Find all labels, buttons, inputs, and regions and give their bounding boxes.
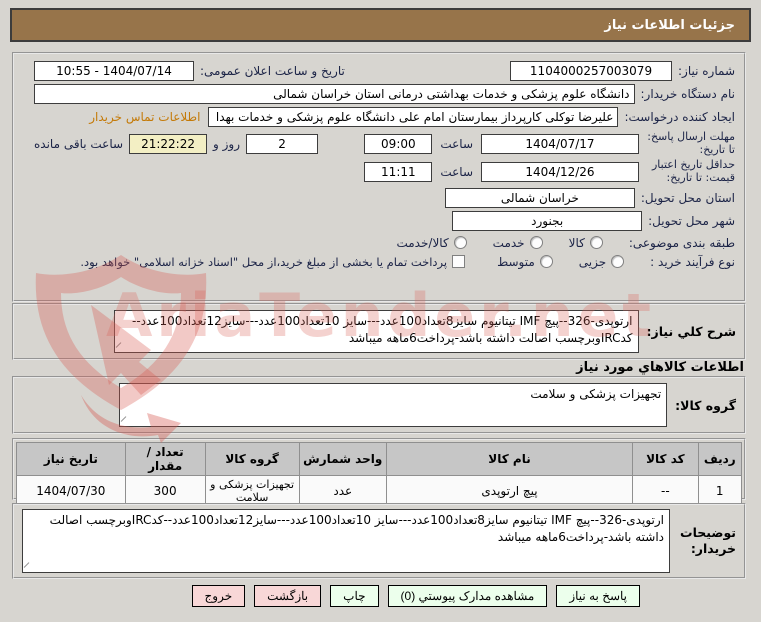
back-button[interactable]: بازگشت: [254, 585, 322, 607]
buyer-name-label: نام دستگاه خریدار:: [640, 87, 736, 101]
goods-table-panel: ردیف کد کالا نام کالا واحد شمارش گروه کا…: [12, 438, 746, 508]
goods-group-textarea[interactable]: تجهیزات پزشکی و سلامت: [119, 383, 668, 427]
announce-field[interactable]: 1404/07/14 - 10:55: [34, 61, 194, 81]
print-button[interactable]: چاپ: [330, 585, 379, 607]
option-label: متوسط: [497, 254, 535, 269]
row-classification: طبقه بندی موضوعی: کالا خدمت کالا/خدمت: [34, 236, 735, 250]
radio-icon[interactable]: [589, 236, 603, 250]
radio-icon[interactable]: [611, 255, 625, 269]
city-label: شهر محل تحویل:: [648, 213, 735, 228]
row-buyer-name: نام دستگاه خریدار: دانشگاه علوم پزشکی و …: [34, 84, 735, 104]
exit-button[interactable]: خروج: [191, 585, 246, 607]
remaining-time-label: ساعت باقی مانده: [34, 136, 124, 151]
need-details-page: جزئیات اطلاعات نیاز شماره نیاز: 11040002…: [0, 0, 761, 622]
process-option-medium[interactable]: متوسط: [497, 255, 553, 269]
row-process-type: نوع فرآیند خرید : جزیی متوسط پرداخت تمام…: [34, 255, 735, 269]
announce-label: تاریخ و ساعت اعلان عمومی:: [200, 64, 345, 78]
creator-field[interactable]: علیرضا توکلی کارپرداز بیمارستان امام علی…: [208, 107, 619, 127]
deadline-date-field[interactable]: 1404/07/17: [481, 133, 639, 154]
col-group: گروه کالا: [204, 442, 300, 476]
buyer-notes-textarea[interactable]: ارتوپدی-326--پیچ IMF تیتانیوم سایز8تعداد…: [22, 509, 670, 573]
row-city: شهر محل تحویل: بجنورد: [34, 210, 735, 231]
row-province: استان محل تحویل: خراسان شمالی: [34, 187, 735, 208]
resize-handle[interactable]: [23, 562, 35, 572]
goods-group-panel: گروه کالا: تجهیزات پزشکی و سلامت: [12, 376, 746, 434]
deadline-hour-label: ساعت: [440, 136, 473, 151]
col-item-name: نام کالا: [385, 442, 634, 476]
remaining-days-field[interactable]: 2: [246, 133, 319, 154]
option-label: جزیی: [578, 254, 607, 269]
radio-icon[interactable]: [529, 236, 543, 250]
row-creator: ایجاد کننده درخواست: علیرضا توکلی کارپرد…: [34, 107, 735, 127]
goods-group-label: گروه کالا:: [675, 397, 736, 413]
validity-date-field[interactable]: 1404/12/26: [481, 161, 639, 182]
col-row: ردیف: [697, 442, 742, 476]
city-field[interactable]: بجنورد: [452, 210, 643, 231]
col-quantity: تعداد / مقدار: [124, 442, 206, 476]
validity-time-field[interactable]: 11:11: [364, 161, 433, 182]
need-description-textarea[interactable]: ارتوپدی-326--پیچ IMF تیتانیوم سایز8تعداد…: [113, 310, 639, 353]
need-description-panel: شرح کلي نياز: ارتوپدی-326--پیچ IMF تیتان…: [12, 303, 746, 360]
buyer-name-field[interactable]: دانشگاه علوم پزشکی و خدمات بهداشتی درمان…: [34, 84, 635, 104]
need-description-text: ارتوپدی-326--پیچ IMF تیتانیوم سایز8تعداد…: [131, 314, 633, 346]
validity-hour-label: ساعت: [440, 164, 473, 179]
need-number-label: شماره نیاز:: [678, 64, 735, 78]
need-description-label: شرح کلي نياز:: [646, 324, 736, 339]
respond-button[interactable]: پاسخ به نیاز: [556, 585, 640, 607]
process-type-label: نوع فرآیند خرید :: [650, 254, 735, 269]
option-label: خدمت: [492, 235, 525, 250]
goods-table: ردیف کد کالا نام کالا واحد شمارش گروه کا…: [16, 442, 742, 508]
action-button-bar: پاسخ به نیاز مشاهده مدارک پیوستي (0) چاپ…: [183, 585, 640, 607]
deadline-label: مهلت ارسال پاسخ: تا تاریخ:: [647, 130, 735, 156]
classification-option-goods-service[interactable]: کالا/خدمت: [396, 235, 467, 250]
buyer-notes-panel: توضیحات خریدار: ارتوپدی-326--پیچ IMF تیت…: [12, 503, 746, 579]
radio-icon[interactable]: [453, 236, 467, 250]
buyer-contact-link[interactable]: اطلاعات تماس خریدار: [89, 110, 200, 124]
table-header-row: ردیف کد کالا نام کالا واحد شمارش گروه کا…: [16, 442, 742, 476]
row-need-number: شماره نیاز: 1104000257003079 تاریخ و ساع…: [34, 61, 735, 81]
deadline-time-field[interactable]: 09:00: [364, 133, 433, 154]
province-field[interactable]: خراسان شمالی: [444, 187, 635, 208]
goods-section-title: اطلاعات کالاهاي مورد نياز: [576, 360, 744, 375]
classification-option-service[interactable]: خدمت: [493, 236, 543, 250]
checkbox-icon[interactable]: [452, 255, 466, 269]
classification-label: طبقه بندی موضوعی:: [628, 235, 735, 250]
resize-handle[interactable]: [115, 342, 126, 352]
remaining-days-label: روز و: [213, 136, 241, 151]
process-option-minor[interactable]: جزیی: [578, 254, 625, 269]
view-attachments-button[interactable]: مشاهده مدارک پیوستي (0): [387, 585, 548, 607]
col-unit: واحد شمارش: [298, 442, 387, 476]
option-label: کالا/خدمت: [396, 235, 449, 250]
treasury-payment-checkbox[interactable]: پرداخت تمام یا بخشی از مبلغ خرید،از محل …: [80, 254, 466, 269]
validity-label: حداقل تاریخ اعتبار قیمت: تا تاریخ:: [651, 158, 735, 184]
need-number-field[interactable]: 1104000257003079: [510, 61, 672, 81]
row-deadline: مهلت ارسال پاسخ: تا تاریخ: 1404/07/17 سا…: [34, 130, 735, 156]
option-label: کالا: [568, 235, 585, 250]
need-info-panel: شماره نیاز: 1104000257003079 تاریخ و ساع…: [12, 52, 746, 302]
buyer-notes-text: ارتوپدی-326--پیچ IMF تیتانیوم سایز8تعداد…: [49, 513, 664, 545]
col-item-code: کد کالا: [632, 442, 699, 476]
page-title: جزئیات اطلاعات نیاز: [10, 8, 751, 42]
goods-group-text: تجهیزات پزشکی و سلامت: [530, 387, 662, 401]
remaining-time-field[interactable]: 21:22:22: [129, 133, 208, 154]
radio-icon[interactable]: [539, 255, 553, 269]
classification-option-goods[interactable]: کالا: [569, 236, 603, 250]
col-need-date: تاریخ نیاز: [16, 442, 126, 476]
creator-label: ایجاد کننده درخواست:: [624, 110, 735, 124]
resize-handle[interactable]: [120, 416, 132, 426]
checkbox-label: پرداخت تمام یا بخشی از مبلغ خرید،از محل …: [80, 254, 448, 269]
row-validity: حداقل تاریخ اعتبار قیمت: تا تاریخ: 1404/…: [34, 158, 735, 184]
province-label: استان محل تحویل:: [640, 190, 735, 205]
buyer-notes-label: توضیحات خریدار:: [680, 525, 736, 557]
